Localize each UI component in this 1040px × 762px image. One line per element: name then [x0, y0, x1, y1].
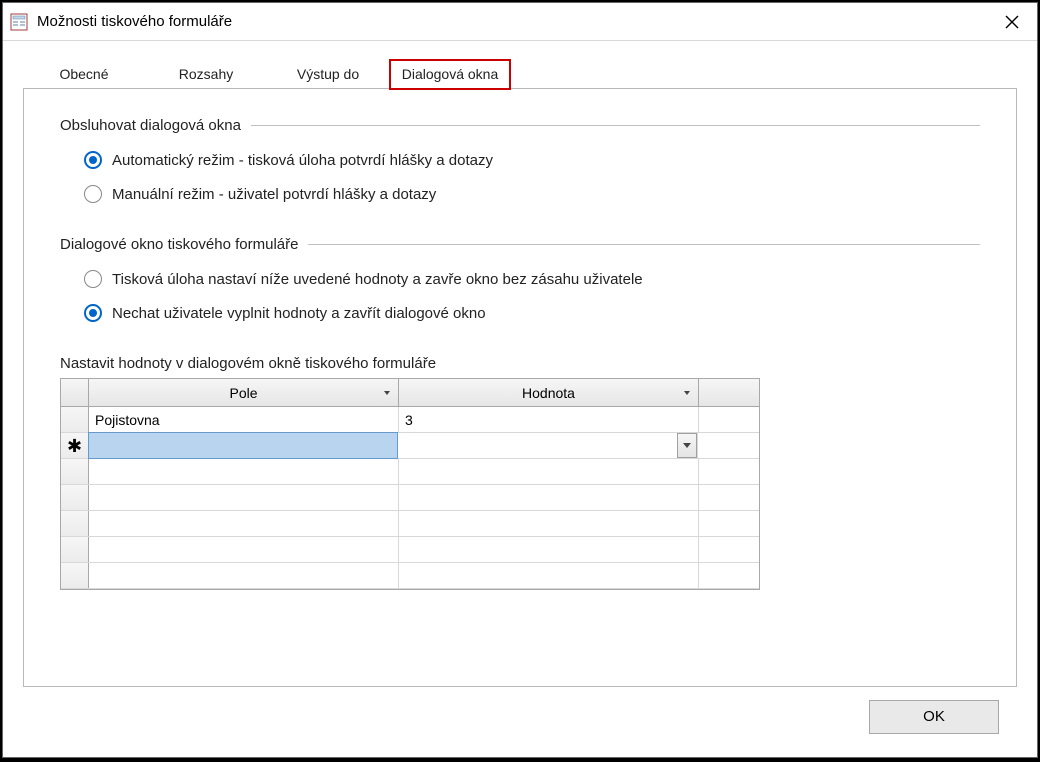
close-button[interactable] — [987, 3, 1037, 41]
cell-field[interactable]: Pojistovna — [89, 407, 399, 432]
print-form-options-dialog: Možnosti tiskového formuláře Obecné Rozs… — [2, 2, 1038, 758]
chevron-down-icon — [384, 391, 390, 395]
cell-spacer — [699, 407, 759, 432]
cell-empty — [89, 563, 399, 588]
new-record-icon: ✱ — [67, 437, 82, 455]
row-selector — [61, 485, 89, 510]
row-selector — [61, 537, 89, 562]
radio-user-fill-values-label: Nechat uživatele vyplnit hodnoty a zavří… — [112, 305, 486, 322]
row-selector-new[interactable]: ✱ — [61, 433, 89, 458]
values-grid[interactable]: Pole Hodnota Pojistovna 3 — [60, 378, 760, 590]
tab-panel-dialogs: Obsluhovat dialogová okna Automatický re… — [23, 89, 1017, 687]
tab-ranges[interactable]: Rozsahy — [145, 59, 267, 88]
cell-empty — [89, 485, 399, 510]
tab-dialogs[interactable]: Dialogová okna — [389, 59, 511, 90]
radio-auto-set-values-label: Tisková úloha nastaví níže uvedené hodno… — [112, 271, 643, 288]
radio-user-fill-values[interactable]: Nechat uživatele vyplnit hodnoty a zavří… — [84, 301, 980, 325]
group-printform-dialog-title: Dialogové okno tiskového formuláře — [60, 236, 308, 253]
table-row-empty — [61, 511, 759, 537]
cell-empty — [699, 511, 759, 536]
cell-empty — [89, 459, 399, 484]
group-handle-dialogs: Obsluhovat dialogová okna Automatický re… — [60, 117, 980, 206]
column-header-value-label: Hodnota — [522, 385, 575, 401]
cell-empty — [399, 537, 699, 562]
radio-auto-mode[interactable]: Automatický režim - tisková úloha potvrd… — [84, 148, 980, 172]
tab-output[interactable]: Výstup do — [267, 59, 389, 88]
titlebar: Možnosti tiskového formuláře — [3, 3, 1037, 41]
radio-auto-set-values[interactable]: Tisková úloha nastaví níže uvedené hodno… — [84, 267, 980, 291]
table-row-empty — [61, 459, 759, 485]
table-row-empty — [61, 537, 759, 563]
table-row[interactable]: Pojistovna 3 — [61, 407, 759, 433]
group-printform-dialog: Dialogové okno tiskového formuláře Tisko… — [60, 236, 980, 325]
grid-heading: Nastavit hodnoty v dialogovém okně tisko… — [60, 355, 980, 372]
table-row-new[interactable]: ✱ — [61, 433, 759, 459]
cell-empty — [699, 537, 759, 562]
row-selector — [61, 511, 89, 536]
dialog-footer: OK — [23, 687, 1017, 747]
column-header-field[interactable]: Pole — [89, 379, 399, 406]
cell-empty — [399, 563, 699, 588]
grid-empty-area — [61, 459, 759, 589]
cell-field-new[interactable] — [88, 432, 398, 459]
radio-auto-mode-label: Automatický režim - tisková úloha potvrd… — [112, 152, 493, 169]
column-header-spacer — [699, 379, 759, 406]
dialog-content: Obecné Rozsahy Výstup do Dialogová okna … — [3, 41, 1037, 757]
window-title: Možnosti tiskového formuláře — [37, 13, 987, 30]
table-row-empty — [61, 563, 759, 589]
cell-value-new[interactable] — [398, 433, 698, 458]
cell-empty — [699, 485, 759, 510]
radio-icon — [84, 304, 102, 322]
row-selector — [61, 459, 89, 484]
cell-empty — [699, 459, 759, 484]
row-selector[interactable] — [61, 407, 89, 432]
cell-empty — [399, 485, 699, 510]
row-selector — [61, 563, 89, 588]
cell-empty — [89, 537, 399, 562]
group-handle-dialogs-title: Obsluhovat dialogová okna — [60, 117, 251, 134]
dropdown-button[interactable] — [677, 433, 697, 458]
tab-general[interactable]: Obecné — [23, 59, 145, 88]
radio-icon — [84, 270, 102, 288]
column-header-field-label: Pole — [229, 385, 257, 401]
cell-empty — [699, 563, 759, 588]
radio-manual-mode[interactable]: Manuální režim - uživatel potvrdí hlášky… — [84, 182, 980, 206]
ok-button[interactable]: OK — [869, 700, 999, 734]
divider — [308, 244, 980, 245]
divider — [251, 125, 980, 126]
grid-corner-cell[interactable] — [61, 379, 89, 406]
chevron-down-icon — [684, 391, 690, 395]
cell-empty — [399, 511, 699, 536]
form-icon — [9, 12, 29, 32]
column-header-value[interactable]: Hodnota — [399, 379, 699, 406]
table-row-empty — [61, 485, 759, 511]
radio-manual-mode-label: Manuální režim - uživatel potvrdí hlášky… — [112, 186, 436, 203]
cell-empty — [89, 511, 399, 536]
radio-icon — [84, 151, 102, 169]
cell-value[interactable]: 3 — [399, 407, 699, 432]
radio-icon — [84, 185, 102, 203]
cell-empty — [399, 459, 699, 484]
cell-spacer — [698, 433, 759, 458]
tab-strip: Obecné Rozsahy Výstup do Dialogová okna — [23, 59, 1017, 89]
grid-header-row: Pole Hodnota — [61, 379, 759, 407]
